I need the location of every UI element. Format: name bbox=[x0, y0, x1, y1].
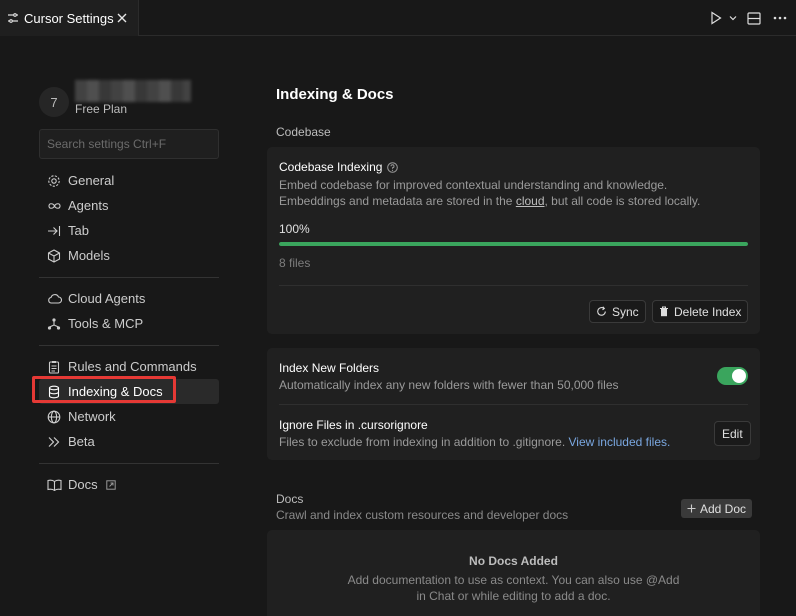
nodes-icon bbox=[46, 316, 62, 332]
avatar: 7 bbox=[39, 87, 69, 117]
profile: 7 Free Plan bbox=[39, 80, 219, 124]
toggle-knob bbox=[732, 369, 746, 383]
codebase-section-label: Codebase bbox=[276, 125, 331, 139]
add-doc-button[interactable]: Add Doc bbox=[680, 499, 752, 518]
ignore-files-title: Ignore Files in .cursorignore bbox=[279, 418, 428, 432]
cube-icon bbox=[46, 248, 62, 264]
no-docs-desc-line-2: in Chat or while editing to add a doc. bbox=[416, 589, 611, 603]
sidebar-item-beta[interactable]: Beta bbox=[39, 429, 219, 454]
desc-line-2: Embeddings and metadata are stored in th… bbox=[279, 193, 700, 209]
help-circle-icon[interactable] bbox=[387, 161, 399, 173]
codebase-indexing-title-text: Codebase Indexing bbox=[279, 160, 383, 174]
add-doc-label: Add Doc bbox=[699, 501, 746, 516]
book-icon bbox=[46, 477, 62, 493]
no-docs-title: No Docs Added bbox=[469, 554, 558, 568]
docs-section-desc: Crawl and index custom resources and dev… bbox=[276, 508, 569, 522]
close-icon[interactable] bbox=[114, 10, 130, 26]
cloud-link[interactable]: cloud bbox=[516, 194, 545, 208]
settings-sliders-icon bbox=[6, 11, 20, 25]
sidebar-item-label: Rules and Commands bbox=[68, 359, 197, 374]
sync-label: Sync bbox=[612, 304, 639, 319]
folders-card: Index New Folders Automatically index an… bbox=[267, 348, 760, 460]
index-new-folders-desc: Automatically index any new folders with… bbox=[279, 378, 619, 392]
sidebar-item-tools-mcp[interactable]: Tools & MCP bbox=[39, 311, 219, 336]
external-link-icon bbox=[105, 479, 116, 490]
arrow-right-to-line-icon bbox=[46, 223, 62, 239]
docs-section-label: Docs bbox=[276, 492, 304, 506]
codebase-indexing-title: Codebase Indexing bbox=[279, 160, 399, 174]
edit-button[interactable]: Edit bbox=[714, 421, 751, 446]
chevron-down-icon[interactable] bbox=[728, 8, 738, 28]
sidebar-item-indexing-docs[interactable]: Indexing & Docs bbox=[39, 379, 219, 404]
page-title: Indexing & Docs bbox=[276, 86, 394, 103]
index-new-folders-title: Index New Folders bbox=[279, 361, 380, 375]
progress-value: 100% bbox=[279, 222, 310, 236]
card-separator bbox=[279, 285, 748, 286]
refresh-icon bbox=[596, 306, 607, 317]
ignore-files-desc: Files to exclude from indexing in additi… bbox=[279, 434, 670, 450]
progress-fill bbox=[279, 242, 748, 246]
index-new-folders-toggle[interactable] bbox=[717, 367, 748, 385]
delete-index-label: Delete Index bbox=[674, 304, 742, 319]
sidebar-item-label: Tools & MCP bbox=[68, 316, 144, 331]
card-separator bbox=[279, 404, 748, 405]
infinity-icon bbox=[46, 198, 62, 214]
progress-bar bbox=[279, 242, 748, 246]
gear-icon bbox=[46, 173, 62, 189]
sidebar-item-label: Tab bbox=[68, 223, 89, 238]
sidebar-divider bbox=[39, 345, 219, 346]
tab-cursor-settings[interactable]: Cursor Settings bbox=[0, 0, 139, 36]
sync-button[interactable]: Sync bbox=[589, 300, 646, 323]
sidebar-item-label: Agents bbox=[68, 198, 109, 213]
profile-plan: Free Plan bbox=[75, 102, 128, 116]
settings-sidebar: 7 Free Plan General Agents Tab bbox=[39, 80, 219, 492]
profile-name-redacted bbox=[75, 80, 191, 102]
sidebar-item-label: Models bbox=[68, 248, 110, 263]
sidebar-item-label: General bbox=[68, 173, 115, 188]
plus-icon bbox=[687, 504, 696, 513]
sidebar-item-label: Network bbox=[68, 409, 116, 424]
tab-title: Cursor Settings bbox=[24, 10, 114, 26]
sidebar-item-label: Cloud Agents bbox=[68, 291, 146, 306]
sidebar-divider bbox=[39, 277, 219, 278]
codebase-indexing-desc: Embed codebase for improved contextual u… bbox=[279, 177, 700, 209]
clipboard-icon bbox=[46, 359, 62, 375]
view-included-files-link[interactable]: View included files. bbox=[569, 435, 671, 449]
desc-line-2-post: , but all code is stored locally. bbox=[544, 194, 701, 208]
globe-icon bbox=[46, 409, 62, 425]
trash-icon bbox=[659, 306, 669, 317]
sidebar-item-label: Indexing & Docs bbox=[68, 384, 163, 399]
ignore-files-desc-text: Files to exclude from indexing in additi… bbox=[279, 435, 569, 449]
sidebar-divider bbox=[39, 463, 219, 464]
sidebar-nav: General Agents Tab Models Cloud Agents T… bbox=[39, 168, 219, 497]
sidebar-item-label: Beta bbox=[68, 434, 95, 449]
desc-line-2-pre: Embeddings and metadata are stored in th… bbox=[279, 194, 516, 208]
sidebar-item-general[interactable]: General bbox=[39, 168, 219, 193]
edit-label: Edit bbox=[722, 426, 743, 441]
codebase-indexing-card: Codebase Indexing Embed codebase for imp… bbox=[267, 147, 760, 334]
no-docs-desc: Add documentation to use as context. You… bbox=[327, 572, 700, 604]
sidebar-item-docs[interactable]: Docs bbox=[39, 472, 219, 497]
cloud-icon bbox=[46, 291, 62, 307]
sidebar-item-tab[interactable]: Tab bbox=[39, 218, 219, 243]
files-count: 8 files bbox=[279, 256, 311, 270]
desc-line-1: Embed codebase for improved contextual u… bbox=[279, 178, 668, 192]
ellipsis-icon[interactable] bbox=[770, 8, 790, 28]
no-docs-desc-line-1: Add documentation to use as context. You… bbox=[347, 573, 680, 587]
split-editor-icon[interactable] bbox=[742, 8, 766, 28]
play-icon[interactable] bbox=[708, 8, 724, 28]
chevrons-right-icon bbox=[46, 434, 62, 450]
search-input[interactable] bbox=[39, 129, 219, 159]
sidebar-item-models[interactable]: Models bbox=[39, 243, 219, 268]
sidebar-item-network[interactable]: Network bbox=[39, 404, 219, 429]
editor-tab-bar: Cursor Settings bbox=[0, 0, 796, 36]
editor-actions bbox=[708, 0, 790, 36]
sidebar-item-rules-commands[interactable]: Rules and Commands bbox=[39, 354, 219, 379]
delete-index-button[interactable]: Delete Index bbox=[652, 300, 749, 323]
sidebar-item-label: Docs bbox=[68, 477, 98, 492]
docs-empty-card: No Docs Added Add documentation to use a… bbox=[267, 530, 760, 616]
sidebar-item-cloud-agents[interactable]: Cloud Agents bbox=[39, 286, 219, 311]
database-icon bbox=[46, 384, 62, 400]
sidebar-item-agents[interactable]: Agents bbox=[39, 193, 219, 218]
